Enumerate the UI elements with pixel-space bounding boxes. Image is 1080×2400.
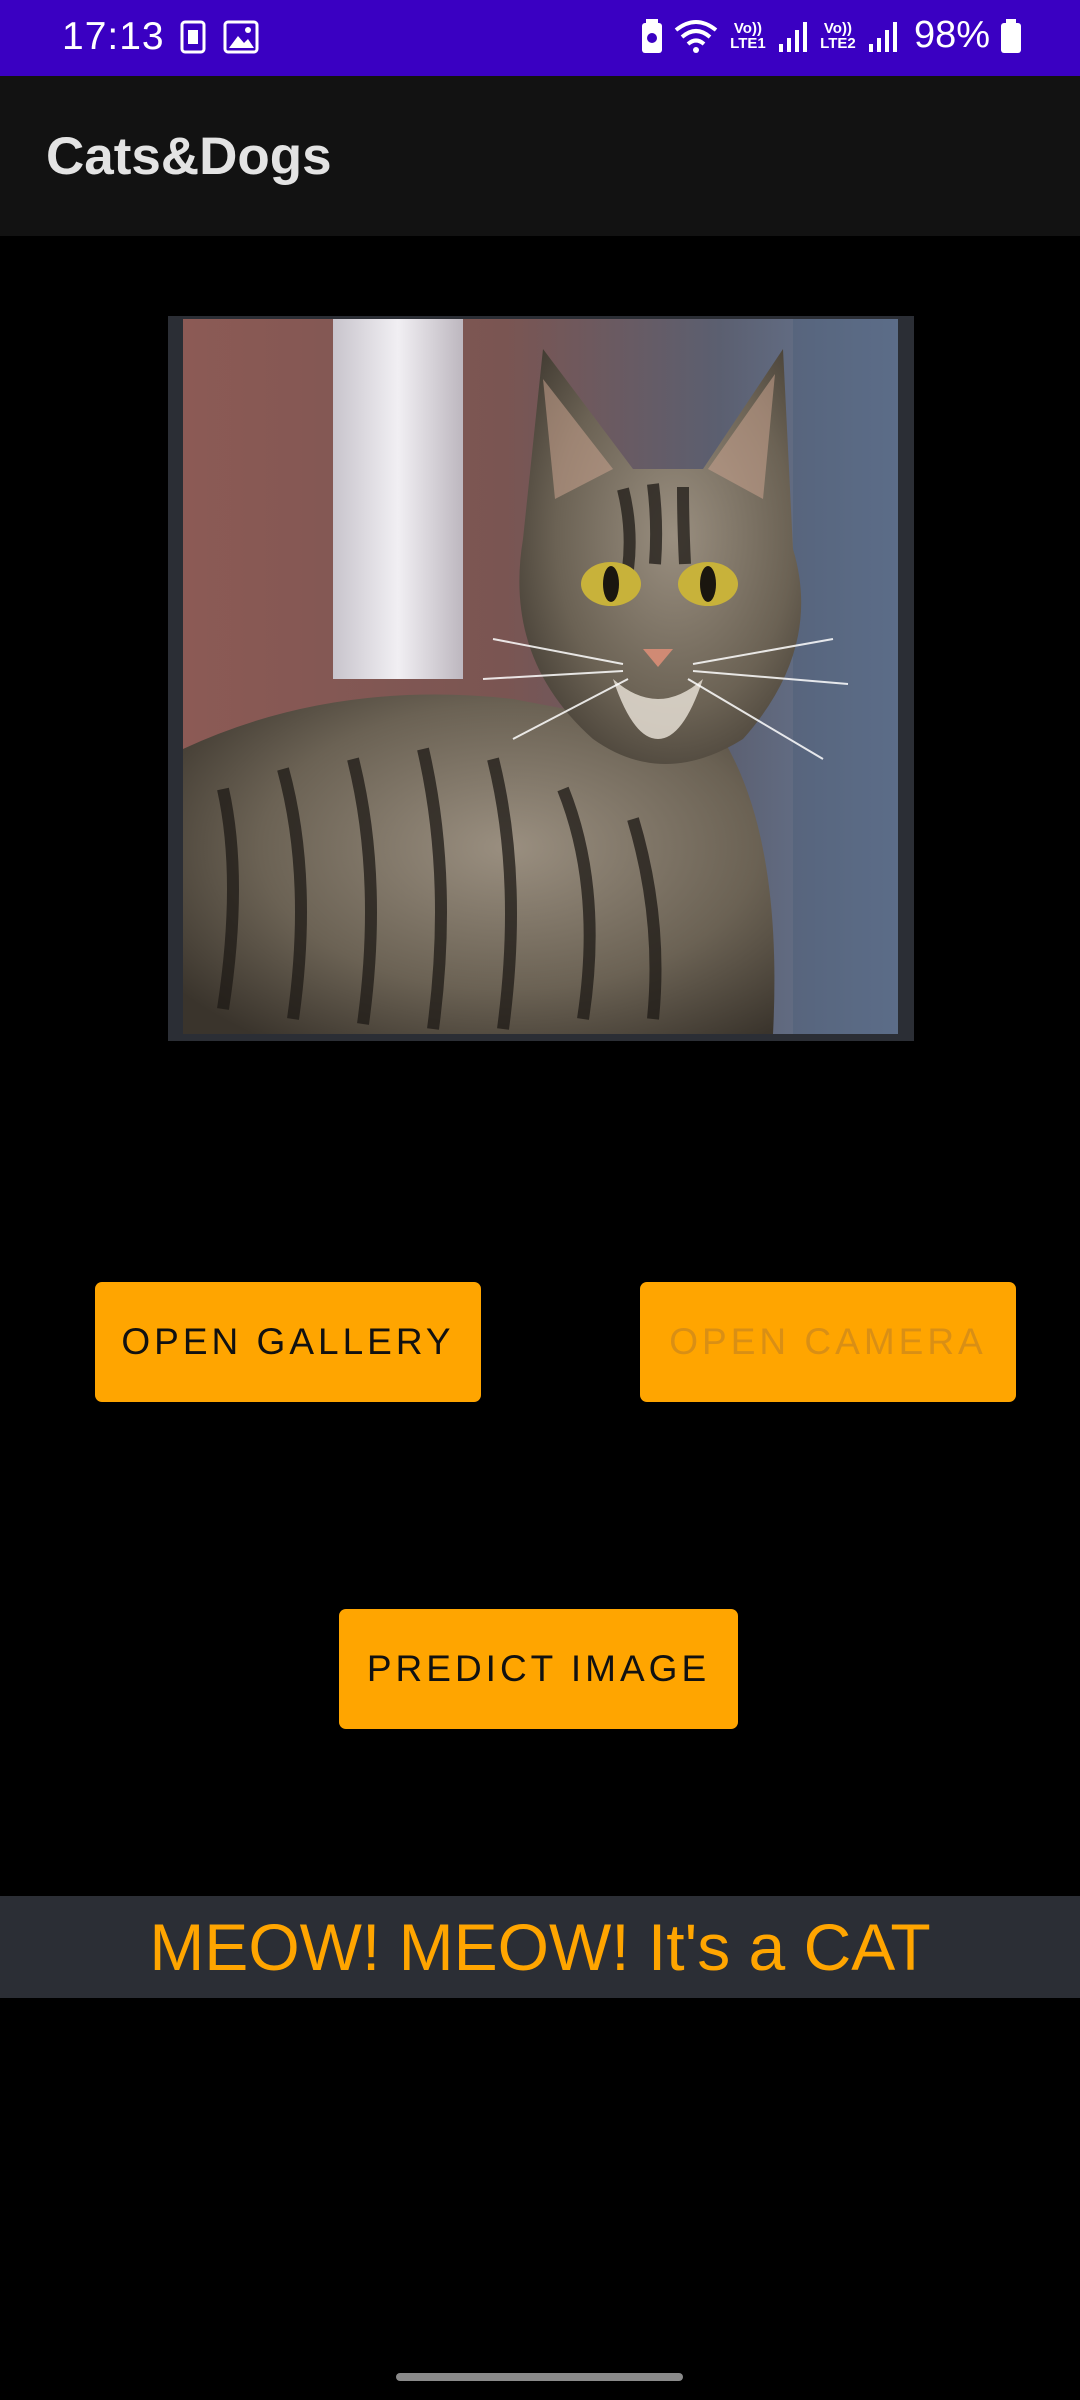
battery-saver-icon xyxy=(641,18,662,53)
sim-card-icon xyxy=(180,20,206,54)
cat-photo xyxy=(183,319,898,1034)
prediction-result: MEOW! MEOW! It's a CAT xyxy=(0,1896,1080,1998)
network-label-1: Vo)) LTE1 xyxy=(730,19,766,52)
status-right: Vo)) LTE1 Vo)) LTE2 98% xyxy=(640,14,1022,57)
home-indicator[interactable] xyxy=(396,2373,683,2381)
image-preview xyxy=(168,316,914,1041)
status-time: 17:13 xyxy=(62,15,165,58)
open-gallery-button[interactable]: OPEN GALLERY xyxy=(95,1282,481,1402)
status-bar: 17:13 Vo)) LTE1 Vo)) LTE2 98% xyxy=(0,0,1080,76)
network-label-2: Vo)) LTE2 xyxy=(820,19,856,52)
signal-icon xyxy=(868,21,897,52)
app-bar: Cats&Dogs xyxy=(0,76,1080,236)
signal-icon xyxy=(778,21,807,52)
battery-icon xyxy=(1001,18,1021,53)
wifi-icon xyxy=(674,19,718,53)
app-title: Cats&Dogs xyxy=(46,127,332,186)
gallery-icon xyxy=(223,20,259,54)
battery-percent: 98% xyxy=(913,14,990,56)
predict-image-button[interactable]: PREDICT IMAGE xyxy=(339,1609,738,1729)
open-camera-button[interactable]: OPEN CAMERA xyxy=(640,1282,1016,1402)
